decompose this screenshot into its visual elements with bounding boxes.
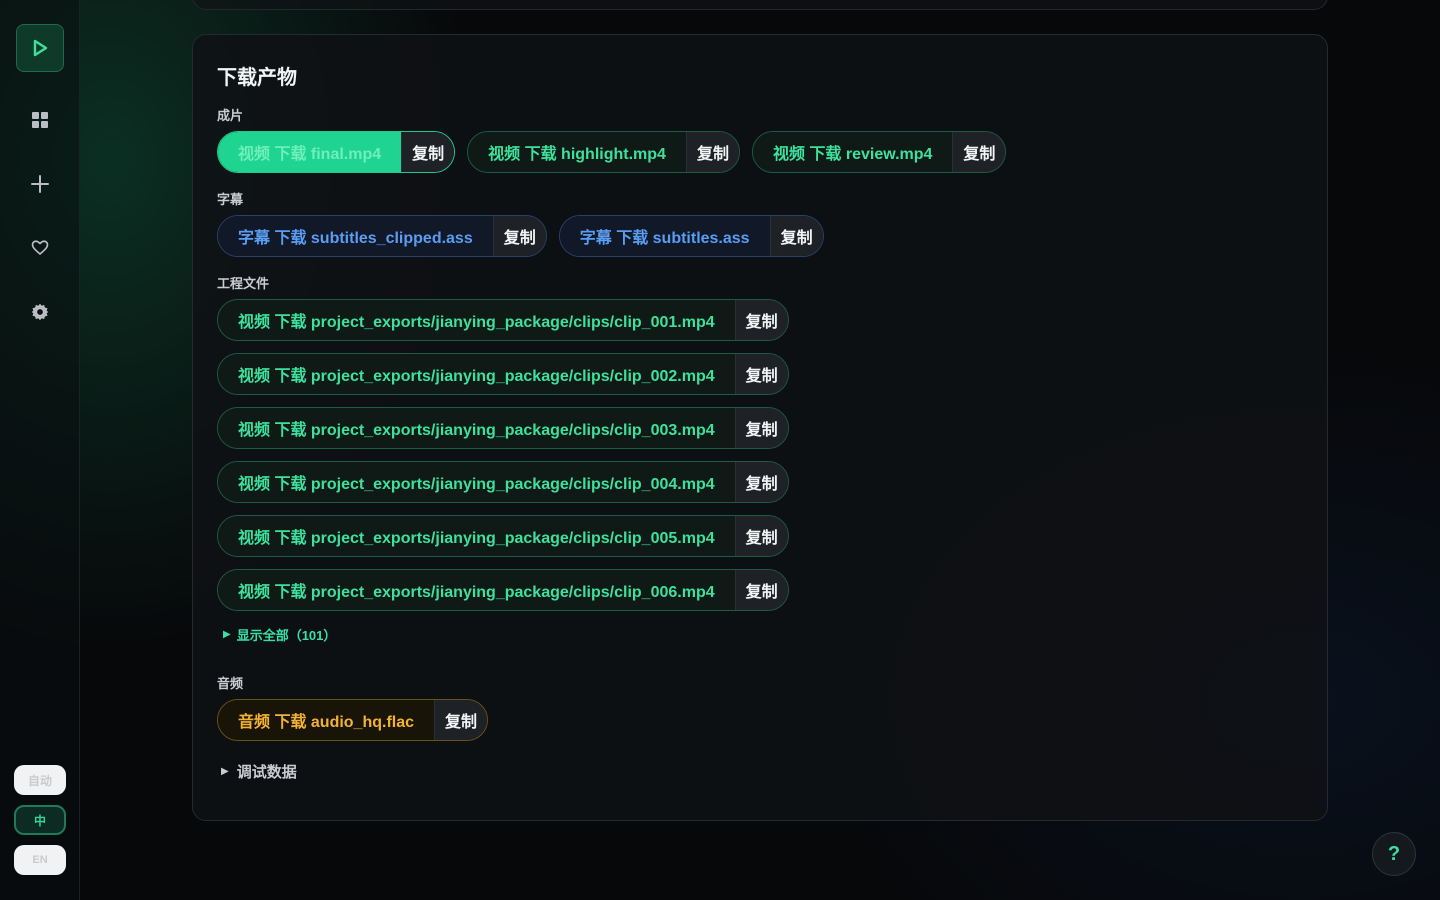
subtitle-files-row: 字幕 下载 subtitles_clipped.ass 复制 字幕 下载 sub… [217,215,824,257]
downloads-card: 下载产物 成片 视频 下载 final.mp4 复制 视频 下载 highlig… [192,34,1328,821]
language-zh-button[interactable]: 中 [14,805,66,835]
file-chip: 视频 下载 project_exports/jianying_package/c… [217,353,789,395]
language-en-button[interactable]: EN [14,845,66,875]
card-title: 下载产物 [217,67,297,89]
copy-button[interactable]: 复制 [734,300,788,340]
nav-new-task[interactable] [20,164,60,204]
project-file-row: 视频 下载 project_exports/jianying_package/c… [217,461,789,503]
copy-button[interactable]: 复制 [685,132,739,172]
download-link[interactable]: 音频 下载 audio_hq.flac [218,700,435,740]
section-label-final: 成片 [217,108,244,123]
file-chip: 视频 下载 review.mp4 复制 [751,131,1007,173]
copy-button[interactable]: 复制 [734,462,788,502]
section-label-audio: 音频 [217,676,244,691]
show-all-label: 显示全部（101） [236,628,337,643]
file-chip: 视频 下载 project_exports/jianying_package/c… [217,407,789,449]
section-label-subtitles: 字幕 [217,192,244,207]
grid-icon [32,112,48,128]
audio-files-row: 音频 下载 audio_hq.flac 复制 [217,699,489,741]
copy-button[interactable]: 复制 [734,354,788,394]
file-chip: 视频 下载 project_exports/jianying_package/c… [217,299,789,341]
download-link[interactable]: 视频 下载 project_exports/jianying_package/c… [218,408,735,448]
sidebar: 自动 中 EN [0,0,80,900]
section-label-project: 工程文件 [217,276,270,291]
debug-data-toggle[interactable]: ▶ 调试数据 [221,761,297,782]
nav-favorites[interactable] [20,228,60,268]
nav-settings[interactable] [20,292,60,332]
file-chip: 视频 下载 project_exports/jianying_package/c… [217,515,789,557]
gear-icon [31,303,49,321]
play-icon [33,39,48,57]
project-file-row: 视频 下载 project_exports/jianying_package/c… [217,515,789,557]
download-link[interactable]: 视频 下载 project_exports/jianying_package/c… [218,570,735,610]
download-link[interactable]: 视频 下载 project_exports/jianying_package/c… [218,300,735,340]
project-file-row: 视频 下载 project_exports/jianying_package/c… [217,569,789,611]
file-chip: 字幕 下载 subtitles.ass 复制 [558,215,824,257]
heart-icon [31,240,49,255]
download-link[interactable]: 字幕 下载 subtitles.ass [559,216,770,256]
project-file-row: 视频 下载 project_exports/jianying_package/c… [217,353,789,395]
download-link[interactable]: 视频 下载 review.mp4 [752,132,953,172]
nav-dashboard[interactable] [20,100,60,140]
show-all-toggle[interactable]: ▶ 显示全部（101） [223,625,336,644]
plus-icon [31,175,49,193]
copy-button[interactable]: 复制 [734,516,788,556]
copy-button[interactable]: 复制 [769,216,823,256]
copy-button[interactable]: 复制 [952,132,1006,172]
download-link[interactable]: 视频 下载 project_exports/jianying_package/c… [218,462,735,502]
copy-button[interactable]: 复制 [734,570,788,610]
expand-triangle-icon: ▶ [223,629,231,640]
download-link[interactable]: 视频 下载 project_exports/jianying_package/c… [218,354,735,394]
play-logo-button[interactable] [16,24,64,72]
expand-triangle-icon: ▶ [221,766,229,777]
file-chip: 字幕 下载 subtitles_clipped.ass 复制 [217,215,547,257]
debug-label: 调试数据 [236,764,297,781]
help-button[interactable]: ? [1372,832,1416,876]
download-link[interactable]: 视频 下载 project_exports/jianying_package/c… [218,516,735,556]
download-link[interactable]: 视频 下载 final.mp4 [218,132,402,172]
language-auto-button[interactable]: 自动 [14,765,66,795]
copy-button[interactable]: 复制 [492,216,546,256]
project-file-row: 视频 下载 project_exports/jianying_package/c… [217,299,789,341]
download-link[interactable]: 视频 下载 highlight.mp4 [468,132,686,172]
copy-button[interactable]: 复制 [434,700,488,740]
download-link[interactable]: 字幕 下载 subtitles_clipped.ass [218,216,493,256]
file-chip: 视频 下载 project_exports/jianying_package/c… [217,461,789,503]
file-chip: 视频 下载 final.mp4 复制 [217,131,456,173]
copy-button[interactable]: 复制 [734,408,788,448]
file-chip: 视频 下载 project_exports/jianying_package/c… [217,569,789,611]
file-chip: 视频 下载 highlight.mp4 复制 [467,131,740,173]
copy-button[interactable]: 复制 [401,132,455,172]
project-file-row: 视频 下载 project_exports/jianying_package/c… [217,407,789,449]
file-chip: 音频 下载 audio_hq.flac 复制 [217,699,489,741]
final-files-row: 视频 下载 final.mp4 复制 视频 下载 highlight.mp4 复… [217,131,1007,173]
previous-card [192,0,1328,10]
